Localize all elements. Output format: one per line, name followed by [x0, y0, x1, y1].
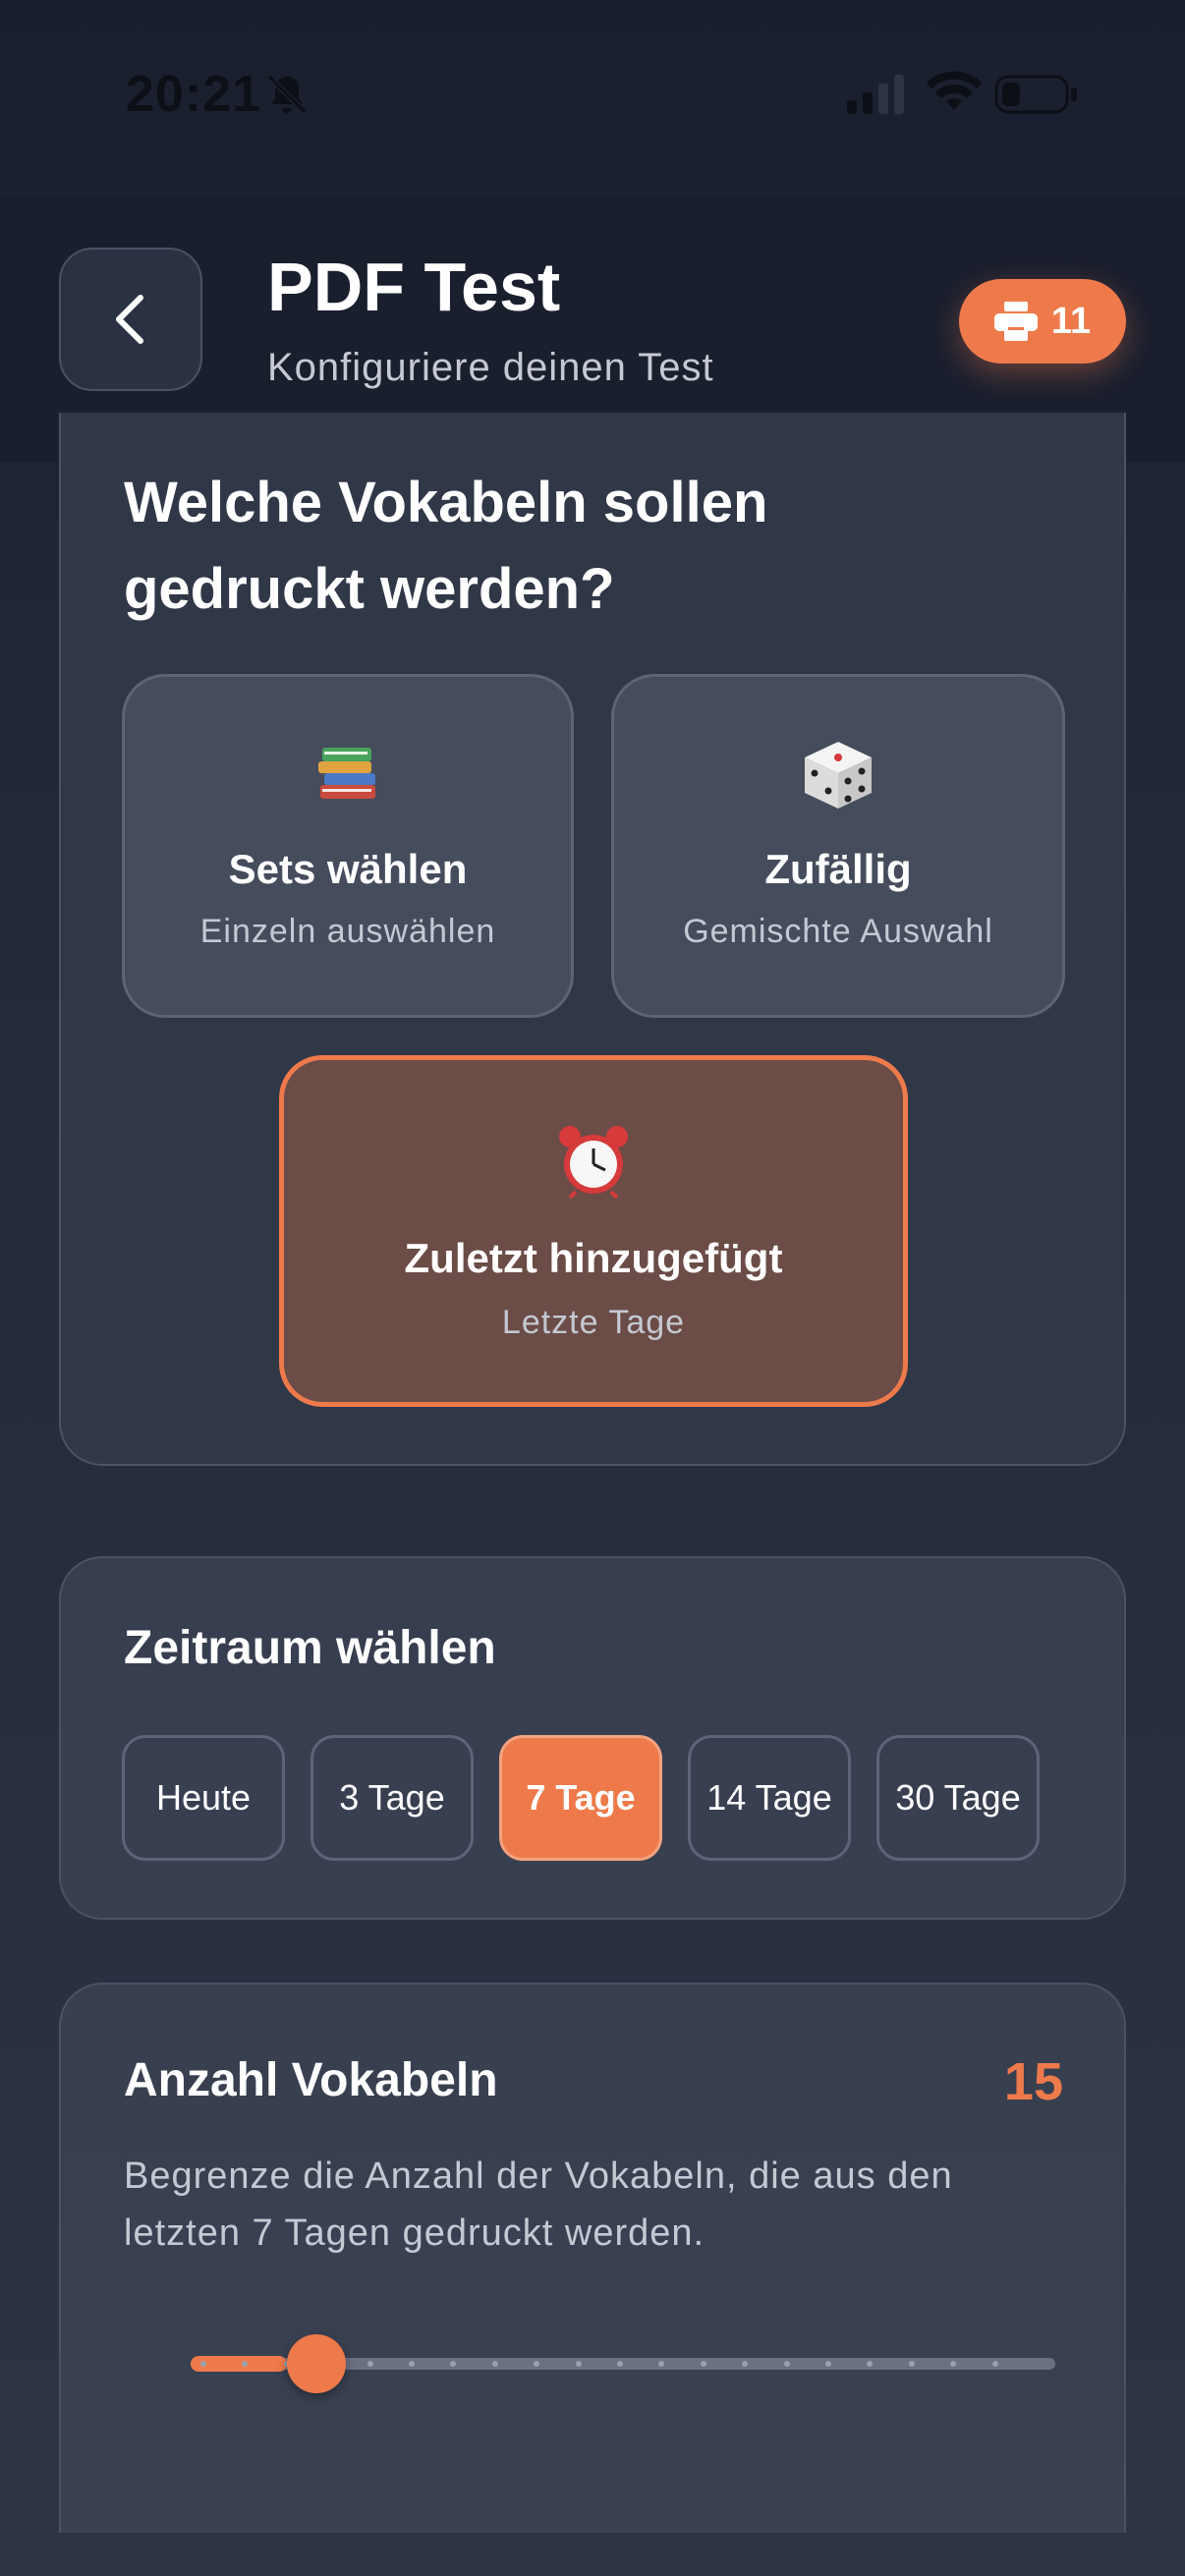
print-button[interactable]: 11 — [959, 279, 1126, 364]
alarm-clock-icon — [284, 1121, 903, 1200]
chevron-left-icon — [116, 295, 143, 344]
battery-icon — [994, 75, 1077, 114]
timeframe-option-7-days[interactable]: 7 Tage — [499, 1735, 662, 1861]
dice-icon — [614, 738, 1062, 816]
timeframe-title: Zeitraum wählen — [124, 1622, 496, 1674]
option-random-label: Zufällig — [764, 846, 912, 892]
books-icon — [125, 738, 571, 816]
slider-thumb[interactable] — [287, 2334, 346, 2393]
cellular-signal-icon — [847, 75, 904, 114]
count-description: Begrenze die Anzahl der Vokabeln, die au… — [124, 2156, 953, 2254]
slider-tick — [825, 2361, 831, 2367]
page-title: PDF Test — [267, 249, 561, 325]
option-random-sub: Gemischte Auswahl — [683, 913, 993, 950]
selection-card: Welche Vokabeln sollen gedruckt werden? … — [59, 413, 1126, 1466]
slider-tick — [409, 2361, 415, 2367]
wifi-icon — [927, 71, 982, 110]
timeframe-card: Zeitraum wählen Heute 3 Tage 7 Tage 14 T… — [59, 1556, 1126, 1920]
slider-tick — [491, 2361, 498, 2367]
option-recent-label: Zuletzt hinzugefügt — [404, 1235, 783, 1281]
timeframe-option-14-days[interactable]: 14 Tage — [688, 1735, 851, 1861]
slider-tick — [783, 2361, 790, 2367]
option-sets-label: Sets wählen — [228, 846, 468, 892]
slider-tick — [367, 2361, 373, 2367]
back-button[interactable] — [59, 248, 202, 391]
timeframe-option-30-days[interactable]: 30 Tage — [876, 1735, 1040, 1861]
bell-muted-icon — [266, 74, 308, 115]
count-card: Anzahl Vokabeln 15 Begrenze die Anzahl d… — [59, 1983, 1126, 2533]
page-subtitle: Konfiguriere deinen Test — [267, 346, 714, 389]
slider-tick — [700, 2361, 706, 2367]
slider-tick — [908, 2361, 915, 2367]
selection-question: Welche Vokabeln sollen gedruckt werden? — [124, 471, 768, 621]
timeframe-option-3-days[interactable]: 3 Tage — [310, 1735, 474, 1861]
option-recent[interactable]: Zuletzt hinzugefügt Letzte Tage — [279, 1055, 908, 1407]
option-random[interactable]: Zufällig Gemischte Auswahl — [611, 674, 1065, 1018]
slider-tick — [200, 2361, 206, 2367]
option-recent-sub: Letzte Tage — [501, 1304, 686, 1341]
count-slider[interactable] — [191, 2334, 1055, 2393]
print-count: 11 — [1050, 300, 1092, 342]
timeframe-options: Heute 3 Tage 7 Tage 14 Tage 30 Tage — [122, 1735, 1040, 1861]
count-title: Anzahl Vokabeln — [124, 2054, 498, 2106]
status-time: 20:21 — [126, 66, 261, 123]
slider-tick — [617, 2361, 623, 2367]
timeframe-option-today[interactable]: Heute — [122, 1735, 285, 1861]
option-sets-sub: Einzeln auswählen — [199, 913, 496, 950]
count-value: 15 — [1003, 2052, 1063, 2111]
slider-tick — [991, 2361, 998, 2367]
option-sets[interactable]: Sets wählen Einzeln auswählen — [122, 674, 574, 1018]
status-bar: 20:21 — [0, 0, 1185, 196]
printer-icon — [993, 302, 1038, 341]
slider-tick — [575, 2361, 582, 2367]
